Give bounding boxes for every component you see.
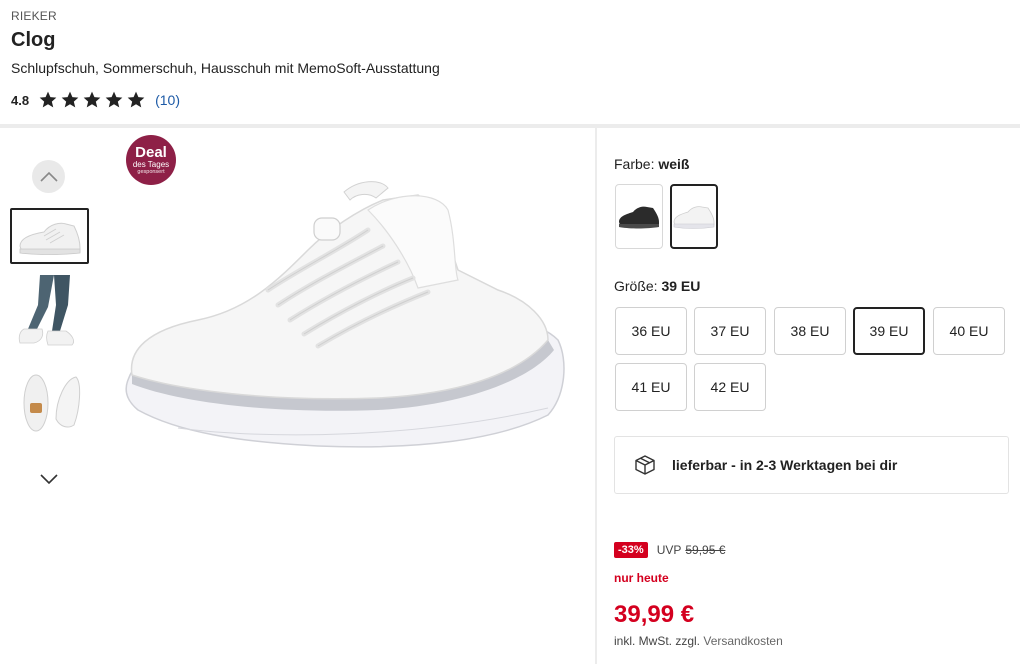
package-icon [634, 454, 656, 476]
current-price: 39,99 € [614, 601, 695, 628]
rating-count-link[interactable]: (10) [155, 92, 180, 108]
color-swatch-black[interactable] [615, 184, 663, 249]
header-divider [0, 124, 1020, 128]
uvp-label: UVP [656, 543, 682, 557]
size-option-42[interactable]: 42 EU [694, 363, 766, 411]
black-clog-swatch-icon [619, 206, 659, 228]
thumbnail-scroll-down-button[interactable] [32, 462, 65, 495]
delivery-info: lieferbar - in 2-3 Werktagen bei dir [614, 436, 1009, 494]
product-title: Clog [11, 29, 56, 51]
size-label: Größe: 39 EU [614, 278, 700, 294]
shipping-costs-link[interactable]: Versandkosten [703, 634, 782, 648]
clog-thumbnail-icon [18, 222, 80, 255]
size-option-37[interactable]: 37 EU [694, 307, 766, 355]
star-icon [105, 91, 123, 108]
size-option-41[interactable]: 41 EU [615, 363, 687, 411]
size-option-36[interactable]: 36 EU [615, 307, 687, 355]
pair-thumbnail-icon [23, 374, 80, 432]
today-only-label: nur heute [614, 571, 669, 585]
badge-line-1: Deal [135, 143, 167, 161]
tax-prefix: inkl. MwSt. zzgl. [614, 634, 701, 648]
color-swatch-white[interactable] [670, 184, 718, 249]
thumbnail-white-clog-side[interactable] [10, 208, 89, 264]
tax-note: inkl. MwSt. zzgl. Versandkosten [614, 634, 783, 648]
delivery-text: lieferbar - in 2-3 Werktagen bei dir [672, 457, 898, 473]
size-option-39[interactable]: 39 EU [853, 307, 925, 355]
size-option-38[interactable]: 38 EU [774, 307, 846, 355]
chevron-down-icon [39, 473, 58, 484]
rating[interactable]: 4.8 (10) [11, 89, 180, 111]
legs-thumbnail-icon [18, 275, 74, 346]
product-main-image[interactable] [118, 170, 578, 480]
color-selected-value: weiß [658, 156, 690, 172]
uvp-price: 59,95 € [685, 543, 726, 557]
brand-name[interactable]: RIEKER [11, 9, 57, 23]
size-label-prefix: Größe: [614, 278, 658, 294]
price-row: -33% UVP 59,95 € [614, 542, 725, 558]
thumbnail-model-wearing-clog[interactable] [10, 274, 89, 352]
star-icon [39, 91, 57, 108]
column-divider [595, 128, 597, 664]
size-option-40[interactable]: 40 EU [933, 307, 1005, 355]
star-icon [83, 91, 101, 108]
thumbnail-clog-pair-top[interactable] [10, 368, 89, 436]
chevron-up-icon [39, 171, 58, 182]
thumbnail-scroll-up-button[interactable] [32, 160, 65, 193]
discount-badge: -33% [614, 542, 648, 558]
color-label-prefix: Farbe: [614, 156, 655, 172]
rating-stars [38, 90, 146, 110]
rating-score: 4.8 [11, 92, 30, 108]
badge-line-2: des Tages [132, 159, 170, 169]
star-icon [61, 91, 79, 108]
product-subtitle: Schlupfschuh, Sommerschuh, Hausschuh mit… [11, 60, 440, 76]
color-label: Farbe: weiß [614, 156, 689, 172]
size-selected-value: 39 EU [661, 278, 701, 294]
white-clog-swatch-icon [673, 205, 715, 229]
star-icon [127, 91, 145, 108]
